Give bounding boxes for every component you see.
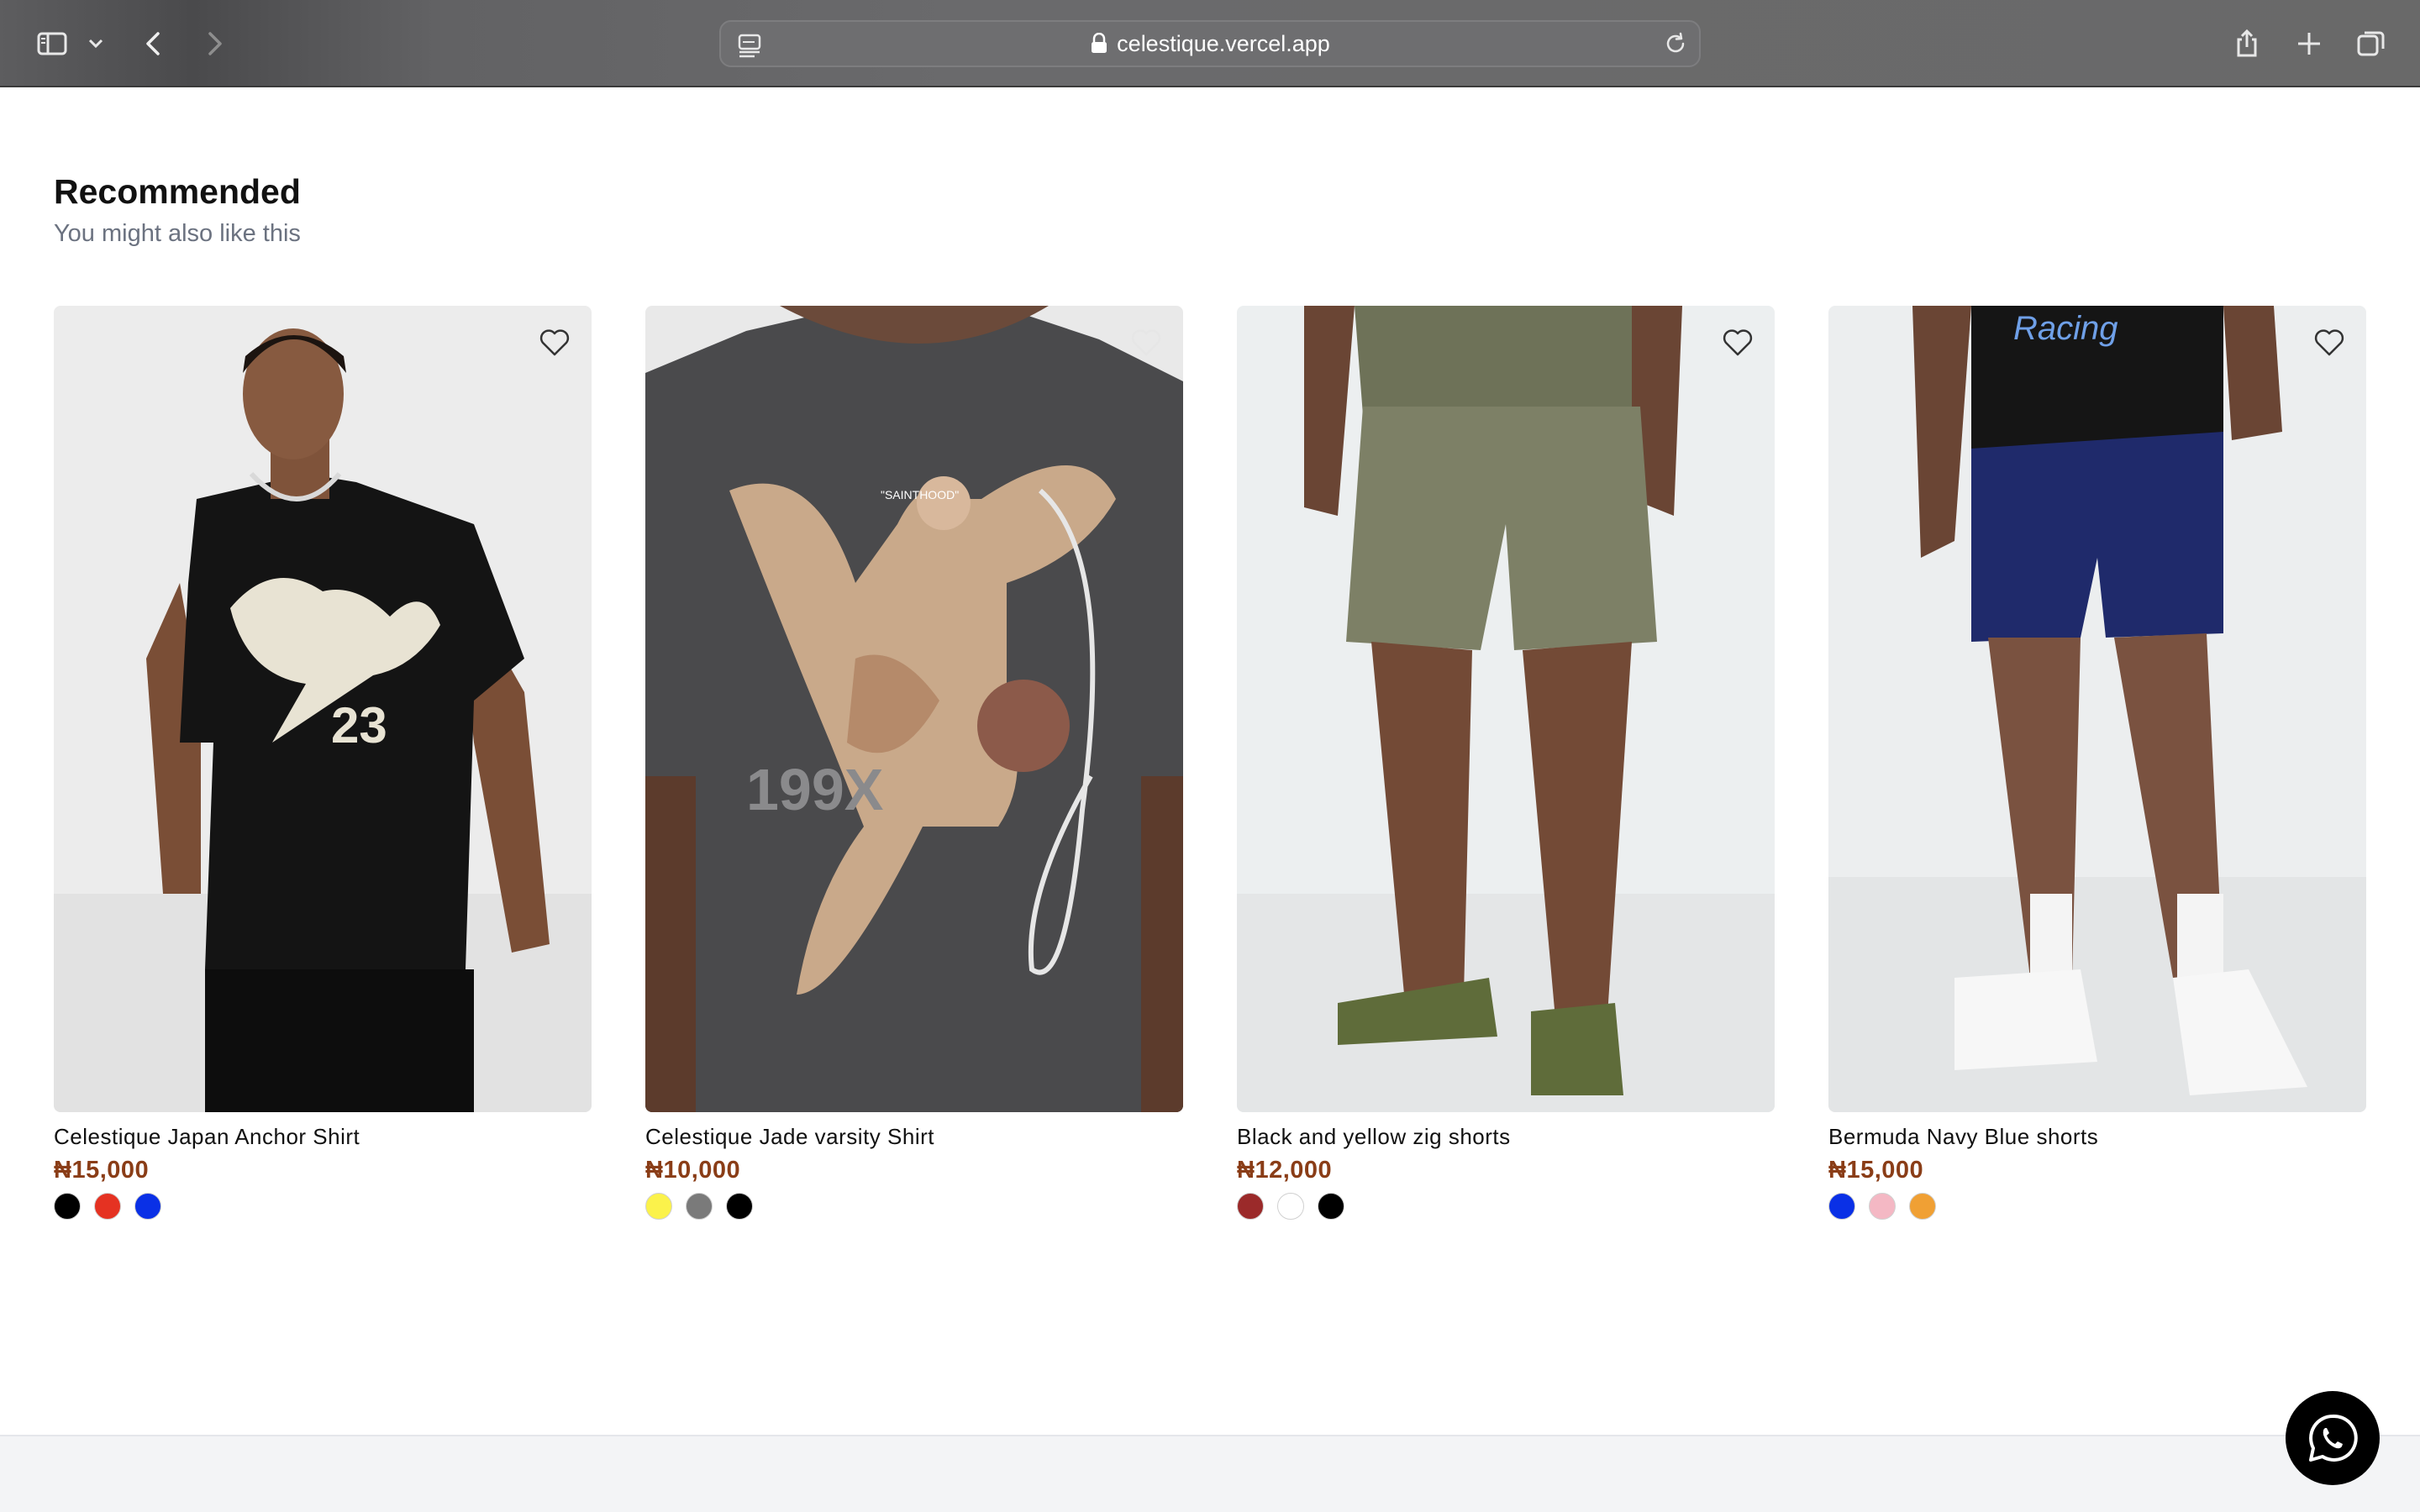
- product-price: ₦15,000: [54, 1157, 150, 1184]
- product-name[interactable]: Black and yellow zig shorts: [1237, 1124, 1775, 1150]
- product-card[interactable]: "SAINTHOOD" 199X Celestique Jade varsity…: [645, 306, 1183, 1220]
- color-swatch[interactable]: [726, 1193, 753, 1220]
- color-swatch[interactable]: [54, 1193, 81, 1220]
- address-bar[interactable]: celestique.vercel.app: [719, 20, 1701, 67]
- url-host-text: celestique.vercel.app: [1117, 30, 1330, 56]
- reload-icon[interactable]: [1662, 30, 1689, 57]
- color-swatch[interactable]: [1909, 1193, 1936, 1220]
- product-photo: [1237, 306, 1775, 1112]
- color-swatch[interactable]: [1318, 1193, 1344, 1220]
- color-swatch[interactable]: [1277, 1193, 1304, 1220]
- new-tab-icon[interactable]: [2287, 22, 2331, 66]
- svg-text:Racing: Racing: [2013, 310, 2118, 347]
- color-swatches: [1828, 1193, 2366, 1220]
- color-swatches: [1237, 1193, 1775, 1220]
- color-swatch[interactable]: [94, 1193, 121, 1220]
- sidebar-icon[interactable]: [30, 22, 74, 66]
- product-card[interactable]: Black and yellow zig shorts ₦12,000: [1237, 306, 1775, 1220]
- whatsapp-icon: [2309, 1414, 2358, 1462]
- color-swatch[interactable]: [134, 1193, 161, 1220]
- share-icon[interactable]: [2225, 22, 2269, 66]
- favorite-heart-icon[interactable]: [1718, 323, 1758, 363]
- section-title: Recommended: [54, 172, 301, 211]
- product-card[interactable]: 23 Celestique Japan Anchor Shirt ₦15,000: [54, 306, 592, 1220]
- chevron-down-icon[interactable]: [77, 22, 114, 66]
- color-swatch[interactable]: [1237, 1193, 1264, 1220]
- svg-text:199X: 199X: [746, 757, 884, 822]
- svg-text:"SAINTHOOD": "SAINTHOOD": [881, 488, 959, 501]
- product-name[interactable]: Bermuda Navy Blue shorts: [1828, 1124, 2366, 1150]
- product-image[interactable]: "SAINTHOOD" 199X: [645, 306, 1183, 1112]
- product-price: ₦10,000: [645, 1157, 741, 1184]
- product-photo: Racing: [1828, 306, 2366, 1112]
- lock-icon: [1092, 33, 1107, 53]
- product-photo: 23: [54, 306, 592, 1112]
- favorite-heart-icon[interactable]: [2309, 323, 2349, 363]
- product-price: ₦15,000: [1828, 1157, 1924, 1184]
- product-name[interactable]: Celestique Jade varsity Shirt: [645, 1124, 1183, 1150]
- favorite-heart-icon[interactable]: [534, 323, 575, 363]
- favorite-heart-icon[interactable]: [1126, 323, 1166, 363]
- footer: [0, 1435, 2420, 1512]
- whatsapp-chat-button[interactable]: [2286, 1391, 2380, 1485]
- color-swatch[interactable]: [1828, 1193, 1855, 1220]
- product-card[interactable]: Racing Bermuda Navy Blue shorts ₦15,000: [1828, 306, 2366, 1220]
- forward-icon[interactable]: [192, 22, 235, 66]
- product-image[interactable]: [1237, 306, 1775, 1112]
- color-swatches: [645, 1193, 1183, 1220]
- url-display[interactable]: celestique.vercel.app: [721, 22, 1699, 66]
- color-swatch[interactable]: [1869, 1193, 1896, 1220]
- product-photo: "SAINTHOOD" 199X: [645, 306, 1183, 1112]
- svg-text:23: 23: [331, 697, 387, 753]
- product-price: ₦12,000: [1237, 1157, 1333, 1184]
- product-image[interactable]: 23: [54, 306, 592, 1112]
- product-name[interactable]: Celestique Japan Anchor Shirt: [54, 1124, 592, 1150]
- product-image[interactable]: Racing: [1828, 306, 2366, 1112]
- back-icon[interactable]: [133, 22, 176, 66]
- color-swatches: [54, 1193, 592, 1220]
- tabs-overview-icon[interactable]: [2349, 22, 2393, 66]
- section-subtitle: You might also like this: [54, 220, 301, 247]
- color-swatch[interactable]: [645, 1193, 672, 1220]
- color-swatch[interactable]: [686, 1193, 713, 1220]
- browser-toolbar: celestique.vercel.app: [0, 0, 2420, 87]
